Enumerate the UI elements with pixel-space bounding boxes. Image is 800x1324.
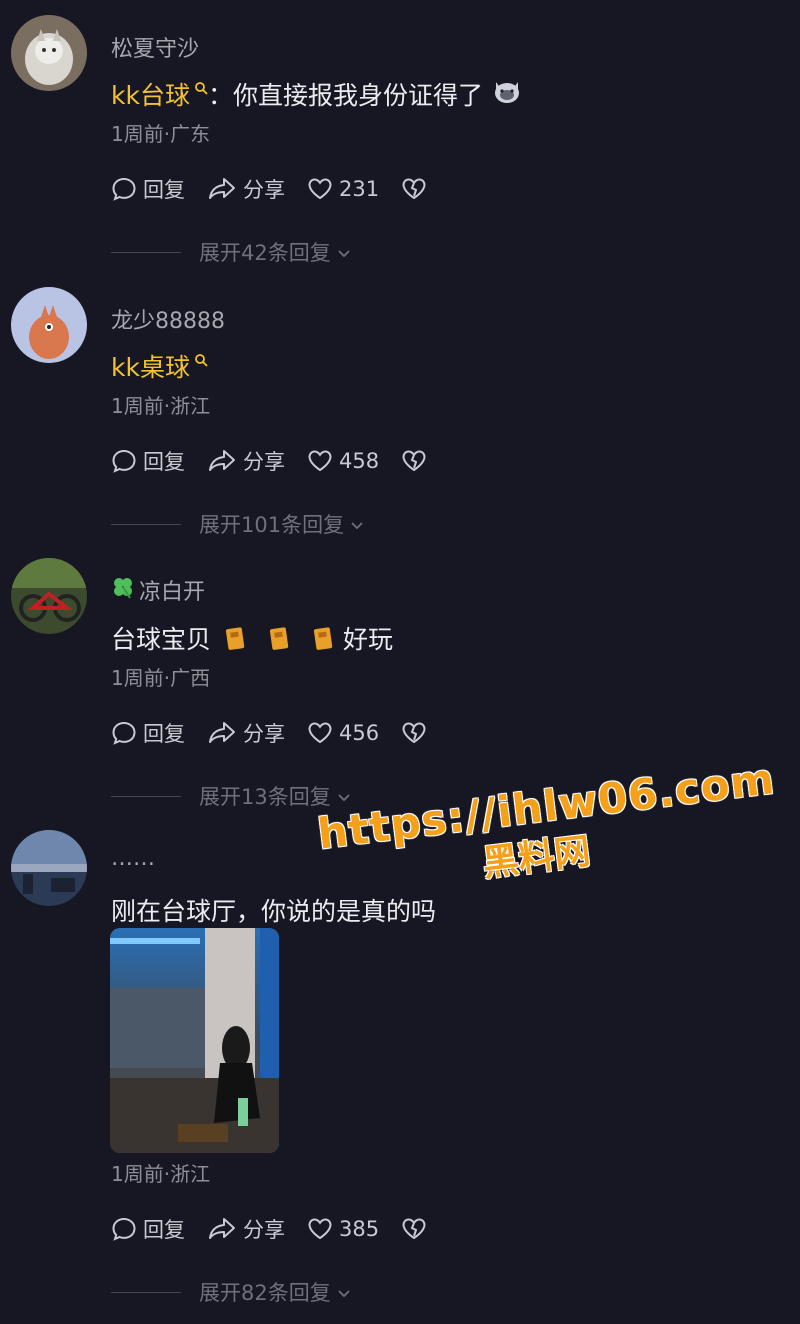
action-bar: 回复 分享 456 [111,718,427,748]
broken-heart-icon [401,449,427,473]
share-button[interactable]: 分享 [207,1214,285,1244]
divider [111,795,181,797]
search-icon [194,72,208,101]
action-bar: 回复 分享 231 [111,174,427,204]
dislike-button[interactable] [401,449,427,473]
comment-text: kk桌球 [111,348,208,384]
chevron-down-icon [350,512,364,536]
heart-icon [307,721,333,745]
comment-image[interactable] [110,928,279,1153]
action-bar: 回复 分享 458 [111,446,427,476]
comment-meta: 1周前·广西 [111,666,211,690]
watermark-name: 黑料网 [480,830,593,885]
broken-heart-icon [401,177,427,201]
ticket-emoji-icon [223,625,249,651]
share-button[interactable]: 分享 [207,446,285,476]
comment-meta: 1周前·广东 [111,122,211,146]
action-bar: 回复 分享 385 [111,1214,427,1244]
divider [111,251,181,253]
reply-button[interactable]: 回复 [111,718,185,748]
share-label: 分享 [243,722,285,746]
share-button[interactable]: 分享 [207,174,285,204]
watermark: https://ihlw06.com 黑料网 [315,754,783,906]
chevron-down-icon [337,784,351,808]
mention-link[interactable]: kk桌球 [111,348,190,384]
watermark-url: https://ihlw06.com [315,753,778,859]
comment-bubble-icon [111,176,137,202]
avatar[interactable] [11,558,87,634]
comment-text: 刚在台球厅，你说的是真的吗 [111,892,436,928]
share-arrow-icon [207,448,237,474]
username[interactable]: 松夏守沙 [111,31,199,63]
comment-body: 刚在台球厅，你说的是真的吗 [111,897,437,926]
broken-heart-icon [401,721,427,745]
reply-label: 回复 [143,722,185,746]
avatar[interactable] [11,830,87,906]
four-leaf-clover-icon [111,575,135,605]
expand-label: 展开101条回复 [199,513,345,537]
like-button[interactable]: 458 [307,449,379,473]
like-count: 385 [339,1217,380,1241]
share-label: 分享 [243,1218,285,1242]
avatar[interactable] [11,15,87,91]
comment-body: 好玩 [343,625,394,654]
like-button[interactable]: 456 [307,721,379,745]
expand-replies-button[interactable]: 展开42条回复 [111,237,351,267]
divider [111,1291,181,1293]
reply-button[interactable]: 回复 [111,446,185,476]
share-arrow-icon [207,176,237,202]
comment-meta: 1周前·浙江 [111,394,211,418]
comment-meta: 1周前·浙江 [111,1162,211,1186]
share-label: 分享 [243,450,285,474]
reply-button[interactable]: 回复 [111,1214,185,1244]
dislike-button[interactable] [401,1217,427,1241]
divider [111,523,181,525]
username[interactable]: 凉白开 [111,574,205,606]
username[interactable]: …… [111,846,155,871]
username-text: 凉白开 [139,580,206,605]
like-count: 456 [339,721,380,745]
comment-body: 台球宝贝 [111,625,212,654]
broken-heart-icon [401,1217,427,1241]
expand-label: 展开42条回复 [199,241,331,265]
like-button[interactable]: 231 [307,177,379,201]
mention-link[interactable]: kk台球 [111,76,190,112]
comment-bubble-icon [111,448,137,474]
like-button[interactable]: 385 [307,1217,379,1241]
comment-bubble-icon [111,1216,137,1242]
share-button[interactable]: 分享 [207,718,285,748]
expand-label: 展开82条回复 [199,1281,331,1305]
dislike-button[interactable] [401,177,427,201]
dislike-button[interactable] [401,721,427,745]
username[interactable]: 龙少88888 [111,303,225,335]
like-count: 231 [339,177,380,201]
ticket-emoji-icon [311,625,337,651]
heart-icon [307,177,333,201]
comment-text: 台球宝贝 好玩 [111,620,393,656]
reply-label: 回复 [143,178,185,202]
reply-button[interactable]: 回复 [111,174,185,204]
like-count: 458 [339,449,380,473]
chevron-down-icon [337,1280,351,1304]
comment-body: ：你直接报我身份证得了 [207,81,483,110]
cat-emoji-icon [493,78,521,110]
comment-bubble-icon [111,720,137,746]
heart-icon [307,1217,333,1241]
share-arrow-icon [207,1216,237,1242]
expand-label: 展开13条回复 [199,785,331,809]
expand-replies-button[interactable]: 展开13条回复 [111,781,351,811]
search-icon [194,344,208,373]
comment-text: kk台球 ：你直接报我身份证得了 [111,76,521,112]
heart-icon [307,449,333,473]
reply-label: 回复 [143,1218,185,1242]
share-label: 分享 [243,178,285,202]
share-arrow-icon [207,720,237,746]
expand-replies-button[interactable]: 展开101条回复 [111,509,364,539]
ticket-emoji-icon [267,625,293,651]
chevron-down-icon [337,240,351,264]
reply-label: 回复 [143,450,185,474]
avatar[interactable] [11,287,87,363]
expand-replies-button[interactable]: 展开82条回复 [111,1277,351,1307]
